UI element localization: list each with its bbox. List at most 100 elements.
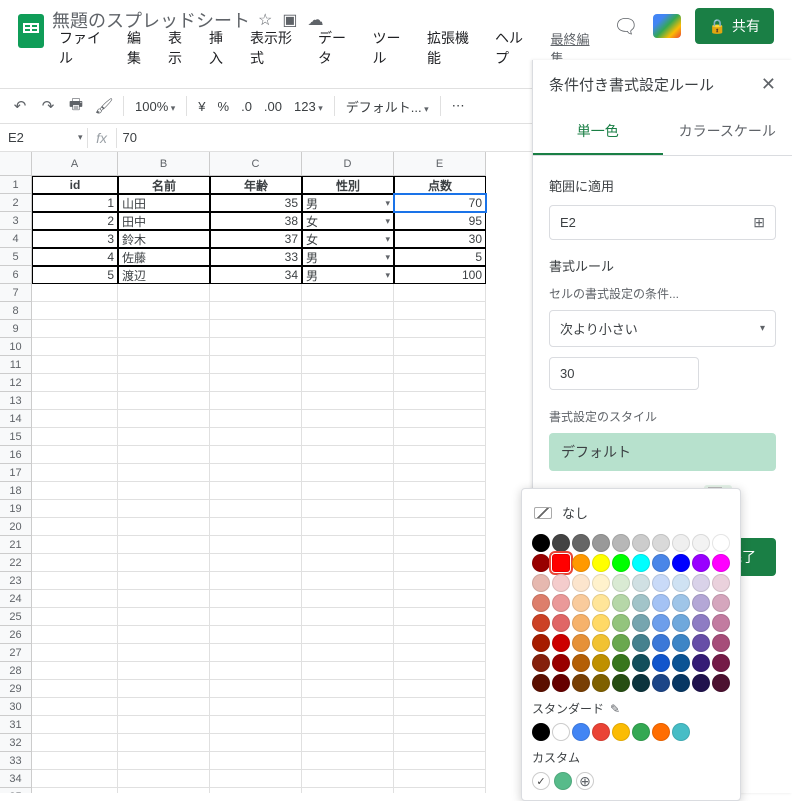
cell-D34[interactable]	[302, 770, 394, 788]
cell-E21[interactable]	[394, 536, 486, 554]
color-swatch[interactable]	[572, 594, 590, 612]
cell-A13[interactable]	[32, 392, 118, 410]
standard-color-swatch[interactable]	[672, 723, 690, 741]
cell-D19[interactable]	[302, 500, 394, 518]
color-swatch[interactable]	[712, 674, 730, 692]
color-swatch[interactable]	[552, 594, 570, 612]
cell-C11[interactable]	[210, 356, 302, 374]
color-swatch[interactable]	[552, 554, 570, 572]
number-format-select[interactable]: 123	[290, 99, 327, 114]
cell-B13[interactable]	[118, 392, 210, 410]
color-swatch[interactable]	[692, 654, 710, 672]
color-swatch[interactable]	[632, 574, 650, 592]
cell-B26[interactable]	[118, 626, 210, 644]
row-header-7[interactable]: 7	[0, 284, 32, 302]
cell-A18[interactable]	[32, 482, 118, 500]
cell-C9[interactable]	[210, 320, 302, 338]
row-header-24[interactable]: 24	[0, 590, 32, 608]
cell-B16[interactable]	[118, 446, 210, 464]
cell-E27[interactable]	[394, 644, 486, 662]
cell-A17[interactable]	[32, 464, 118, 482]
cell-C20[interactable]	[210, 518, 302, 536]
cell-B24[interactable]	[118, 590, 210, 608]
custom-color-swatch[interactable]	[554, 772, 572, 790]
cell-C26[interactable]	[210, 626, 302, 644]
cell-C16[interactable]	[210, 446, 302, 464]
cell-C19[interactable]	[210, 500, 302, 518]
cell-A29[interactable]	[32, 680, 118, 698]
color-swatch[interactable]	[712, 634, 730, 652]
cell-A24[interactable]	[32, 590, 118, 608]
color-swatch[interactable]	[612, 614, 630, 632]
row-header-10[interactable]: 10	[0, 338, 32, 356]
cell-C21[interactable]	[210, 536, 302, 554]
dropdown-arrow-icon[interactable]: ▾	[385, 234, 390, 245]
cell-C33[interactable]	[210, 752, 302, 770]
color-swatch[interactable]	[672, 654, 690, 672]
range-input[interactable]: E2 ⊞	[549, 205, 776, 240]
cell-B25[interactable]	[118, 608, 210, 626]
row-header-12[interactable]: 12	[0, 374, 32, 392]
color-swatch[interactable]	[552, 654, 570, 672]
cell-D7[interactable]	[302, 284, 394, 302]
cell-E28[interactable]	[394, 662, 486, 680]
color-swatch[interactable]	[652, 554, 670, 572]
row-header-19[interactable]: 19	[0, 500, 32, 518]
row-header-30[interactable]: 30	[0, 698, 32, 716]
color-swatch[interactable]	[672, 554, 690, 572]
cell-A33[interactable]	[32, 752, 118, 770]
color-swatch[interactable]	[592, 654, 610, 672]
cell-E34[interactable]	[394, 770, 486, 788]
cell-B10[interactable]	[118, 338, 210, 356]
color-swatch[interactable]	[572, 654, 590, 672]
paint-format-icon[interactable]: 🖌	[92, 94, 116, 118]
cell-B23[interactable]	[118, 572, 210, 590]
color-swatch[interactable]	[632, 534, 650, 552]
cell-E17[interactable]	[394, 464, 486, 482]
row-header-32[interactable]: 32	[0, 734, 32, 752]
row-header-13[interactable]: 13	[0, 392, 32, 410]
cell-B4[interactable]: 鈴木	[118, 230, 210, 248]
cell-E16[interactable]	[394, 446, 486, 464]
color-swatch[interactable]	[652, 574, 670, 592]
cell-B28[interactable]	[118, 662, 210, 680]
cell-E25[interactable]	[394, 608, 486, 626]
row-header-35[interactable]: 35	[0, 788, 32, 793]
cell-E32[interactable]	[394, 734, 486, 752]
cell-D1[interactable]: 性別	[302, 176, 394, 194]
cell-B27[interactable]	[118, 644, 210, 662]
menu-挿入[interactable]: 挿入	[202, 26, 243, 70]
cell-A2[interactable]: 1	[32, 194, 118, 212]
cell-C13[interactable]	[210, 392, 302, 410]
cell-A11[interactable]	[32, 356, 118, 374]
cell-E30[interactable]	[394, 698, 486, 716]
cell-D33[interactable]	[302, 752, 394, 770]
cell-C14[interactable]	[210, 410, 302, 428]
cell-E14[interactable]	[394, 410, 486, 428]
cell-D14[interactable]	[302, 410, 394, 428]
redo-icon[interactable]: ↷	[36, 94, 60, 118]
cell-B5[interactable]: 佐藤	[118, 248, 210, 266]
cell-C23[interactable]	[210, 572, 302, 590]
row-header-15[interactable]: 15	[0, 428, 32, 446]
color-swatch[interactable]	[592, 594, 610, 612]
cell-C1[interactable]: 年齢	[210, 176, 302, 194]
dropdown-arrow-icon[interactable]: ▾	[385, 198, 390, 209]
row-header-8[interactable]: 8	[0, 302, 32, 320]
color-swatch[interactable]	[612, 534, 630, 552]
cell-A8[interactable]	[32, 302, 118, 320]
cell-B14[interactable]	[118, 410, 210, 428]
row-header-16[interactable]: 16	[0, 446, 32, 464]
dropdown-arrow-icon[interactable]: ▾	[385, 252, 390, 263]
row-header-4[interactable]: 4	[0, 230, 32, 248]
row-header-17[interactable]: 17	[0, 464, 32, 482]
cell-E23[interactable]	[394, 572, 486, 590]
cell-D11[interactable]	[302, 356, 394, 374]
row-header-25[interactable]: 25	[0, 608, 32, 626]
cell-D2[interactable]: 男▾	[302, 194, 394, 212]
color-swatch[interactable]	[672, 614, 690, 632]
col-header-C[interactable]: C	[210, 152, 302, 176]
reset-color-row[interactable]: なし	[532, 499, 730, 530]
cell-C22[interactable]	[210, 554, 302, 572]
cell-D10[interactable]	[302, 338, 394, 356]
